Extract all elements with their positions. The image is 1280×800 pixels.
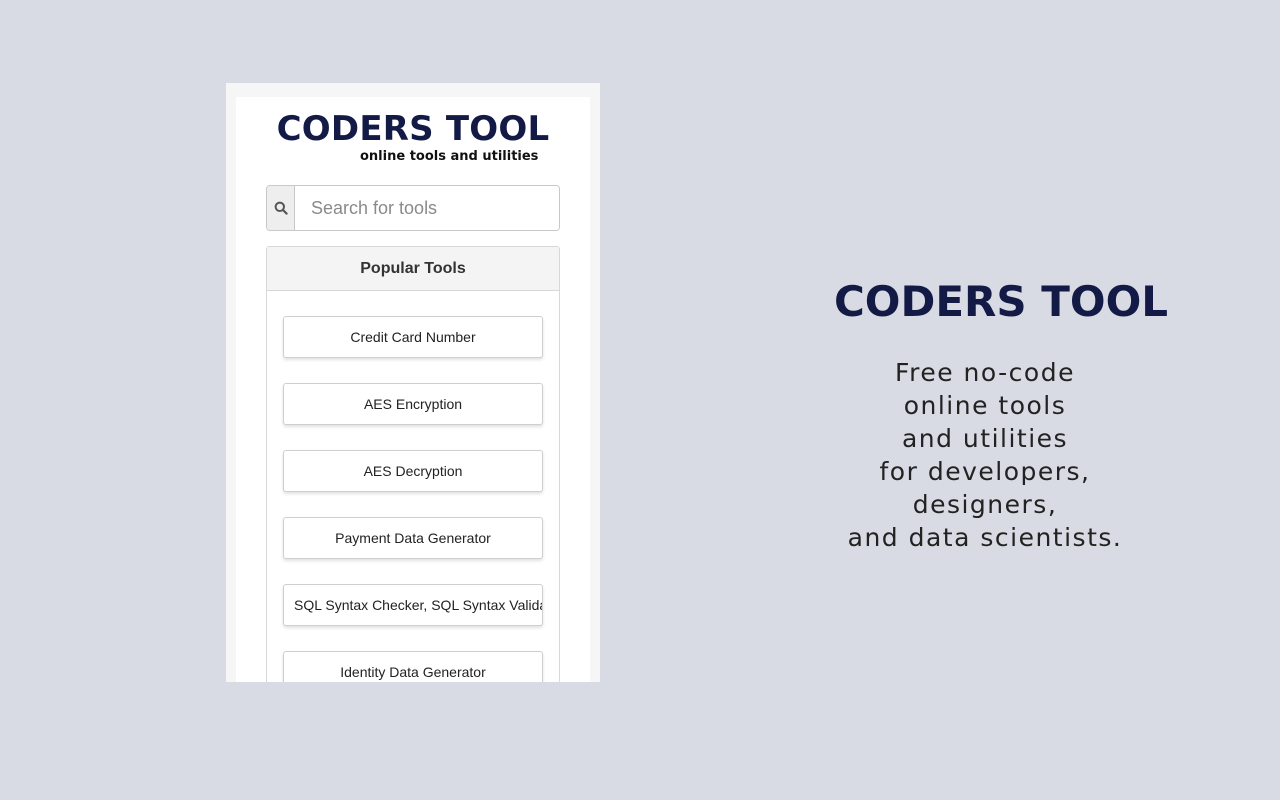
brand-subtitle: online tools and utilities: [360, 149, 539, 164]
tool-button-aes-encryption[interactable]: AES Encryption: [283, 383, 543, 425]
popular-tools-panel: Popular Tools Credit Card Number AES Enc…: [266, 246, 560, 682]
brand-title: CODERS TOOL: [276, 109, 550, 149]
promo-line: Free no-code: [895, 358, 1075, 387]
promo-line: online tools: [903, 391, 1067, 420]
screenshot-stage: CODERS TOOL online tools and utilities P…: [0, 0, 1280, 800]
tool-button-sql-syntax-checker[interactable]: SQL Syntax Checker, SQL Syntax Validator: [283, 584, 543, 626]
tool-button-identity-data-generator[interactable]: Identity Data Generator: [283, 651, 543, 682]
promo-line: designers,: [912, 490, 1058, 519]
promo-description: Free no-code online tools and utilities …: [820, 356, 1150, 554]
search-icon[interactable]: [267, 186, 295, 230]
popup-content: CODERS TOOL online tools and utilities P…: [236, 97, 590, 682]
promo-line: and utilities: [901, 424, 1069, 453]
tool-button-credit-card-number[interactable]: Credit Card Number: [283, 316, 543, 358]
promo-line: and data scientists.: [847, 523, 1123, 552]
search-bar: [266, 185, 560, 231]
panel-title: Popular Tools: [267, 247, 559, 291]
tool-button-aes-decryption[interactable]: AES Decryption: [283, 450, 543, 492]
search-input[interactable]: [295, 186, 559, 230]
extension-popup: CODERS TOOL online tools and utilities P…: [226, 83, 600, 682]
tool-button-payment-data-generator[interactable]: Payment Data Generator: [283, 517, 543, 559]
promo-line: for developers,: [879, 457, 1091, 486]
promo-title: CODERS TOOL: [833, 277, 1169, 326]
